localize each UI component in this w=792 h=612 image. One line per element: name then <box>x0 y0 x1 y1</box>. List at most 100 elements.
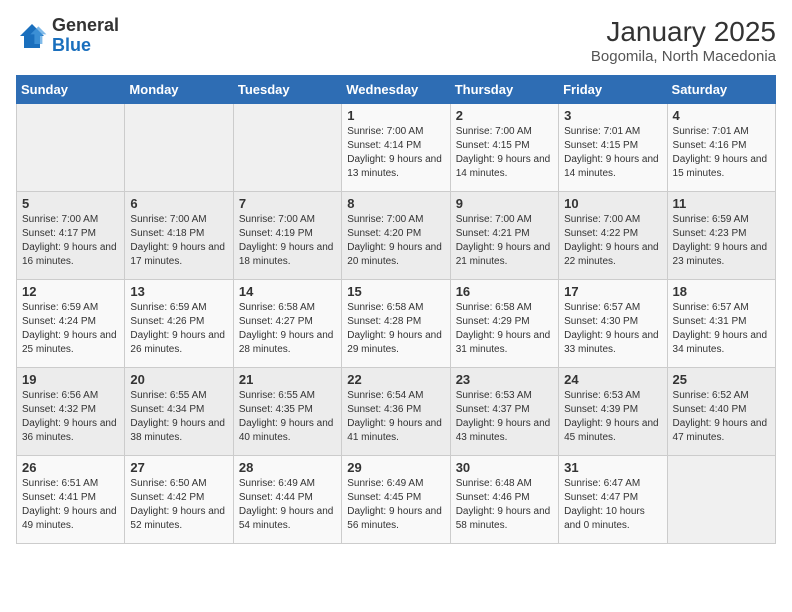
day-info: Sunrise: 7:01 AM Sunset: 4:16 PM Dayligh… <box>673 125 770 181</box>
day-info: Sunrise: 6:59 AM Sunset: 4:26 PM Dayligh… <box>130 301 227 357</box>
day-info: Sunrise: 7:00 AM Sunset: 4:21 PM Dayligh… <box>456 213 553 269</box>
day-info: Sunrise: 7:00 AM Sunset: 4:14 PM Dayligh… <box>347 125 444 181</box>
day-info: Sunrise: 6:55 AM Sunset: 4:34 PM Dayligh… <box>130 389 227 445</box>
day-number: 18 <box>673 284 770 299</box>
day-number: 25 <box>673 372 770 387</box>
calendar-cell: 24 Sunrise: 6:53 AM Sunset: 4:39 PM Dayli… <box>559 368 667 456</box>
weekday-header-friday: Friday <box>559 76 667 104</box>
logo-icon <box>16 20 48 52</box>
calendar-cell: 7Sunrise: 7:00 AM Sunset: 4:19 PM Daylig… <box>233 192 341 280</box>
day-info: Sunrise: 6:52 AM Sunset: 4:40 PM Dayligh… <box>673 389 770 445</box>
logo: General Blue <box>16 16 119 56</box>
calendar-cell: 26Sunrise: 6:51 AM Sunset: 4:41 PM Dayli… <box>17 456 125 544</box>
day-number: 14 <box>239 284 336 299</box>
calendar-cell: 6 Sunrise: 7:00 AM Sunset: 4:18 PM Daylig… <box>125 192 233 280</box>
day-info: Sunrise: 6:53 AM Sunset: 4:37 PM Dayligh… <box>456 389 553 445</box>
calendar-week-row: 1 Sunrise: 7:00 AM Sunset: 4:14 PM Daylig… <box>17 104 776 192</box>
day-info: Sunrise: 7:00 AM Sunset: 4:17 PM Dayligh… <box>22 213 119 269</box>
day-info: Sunrise: 6:54 AM Sunset: 4:36 PM Dayligh… <box>347 389 444 445</box>
day-number: 19 <box>22 372 119 387</box>
day-number: 23 <box>456 372 553 387</box>
day-info: Sunrise: 6:56 AM Sunset: 4:32 PM Dayligh… <box>22 389 119 445</box>
day-info: Sunrise: 7:00 AM Sunset: 4:19 PM Dayligh… <box>239 213 336 269</box>
day-number: 20 <box>130 372 227 387</box>
day-info: Sunrise: 6:55 AM Sunset: 4:35 PM Dayligh… <box>239 389 336 445</box>
calendar-cell <box>125 104 233 192</box>
calendar-cell: 31 Sunrise: 6:47 AM Sunset: 4:47 PM Dayli… <box>559 456 667 544</box>
day-number: 17 <box>564 284 661 299</box>
day-number: 28 <box>239 460 336 475</box>
logo-blue: Blue <box>52 36 119 56</box>
day-number: 11 <box>673 196 770 211</box>
day-info: Sunrise: 6:51 AM Sunset: 4:41 PM Dayligh… <box>22 477 119 533</box>
day-info: Sunrise: 7:00 AM Sunset: 4:18 PM Dayligh… <box>130 213 227 269</box>
day-number: 31 <box>564 460 661 475</box>
day-number: 9 <box>456 196 553 211</box>
calendar-cell <box>233 104 341 192</box>
calendar-cell: 3 Sunrise: 7:01 AM Sunset: 4:15 PM Daylig… <box>559 104 667 192</box>
day-info: Sunrise: 6:58 AM Sunset: 4:28 PM Dayligh… <box>347 301 444 357</box>
calendar-cell: 30 Sunrise: 6:48 AM Sunset: 4:46 PM Dayli… <box>450 456 558 544</box>
calendar-week-row: 5 Sunrise: 7:00 AM Sunset: 4:17 PM Daylig… <box>17 192 776 280</box>
day-number: 4 <box>673 108 770 123</box>
calendar-cell: 5 Sunrise: 7:00 AM Sunset: 4:17 PM Daylig… <box>17 192 125 280</box>
calendar-cell: 22 Sunrise: 6:54 AM Sunset: 4:36 PM Dayli… <box>342 368 450 456</box>
calendar-cell: 8Sunrise: 7:00 AM Sunset: 4:20 PM Daylig… <box>342 192 450 280</box>
calendar-week-row: 26Sunrise: 6:51 AM Sunset: 4:41 PM Dayli… <box>17 456 776 544</box>
day-number: 1 <box>347 108 444 123</box>
day-number: 5 <box>22 196 119 211</box>
calendar-cell: 12Sunrise: 6:59 AM Sunset: 4:24 PM Dayli… <box>17 280 125 368</box>
day-number: 16 <box>456 284 553 299</box>
day-number: 29 <box>347 460 444 475</box>
calendar-week-row: 19 Sunrise: 6:56 AM Sunset: 4:32 PM Dayli… <box>17 368 776 456</box>
calendar-header: SundayMondayTuesdayWednesdayThursdayFrid… <box>17 76 776 104</box>
day-info: Sunrise: 6:58 AM Sunset: 4:27 PM Dayligh… <box>239 301 336 357</box>
calendar-body: 1 Sunrise: 7:00 AM Sunset: 4:14 PM Daylig… <box>17 104 776 544</box>
calendar-cell: 20 Sunrise: 6:55 AM Sunset: 4:34 PM Dayli… <box>125 368 233 456</box>
day-info: Sunrise: 7:00 AM Sunset: 4:20 PM Dayligh… <box>347 213 444 269</box>
day-info: Sunrise: 6:53 AM Sunset: 4:39 PM Dayligh… <box>564 389 661 445</box>
day-info: Sunrise: 6:59 AM Sunset: 4:23 PM Dayligh… <box>673 213 770 269</box>
day-info: Sunrise: 6:48 AM Sunset: 4:46 PM Dayligh… <box>456 477 553 533</box>
day-info: Sunrise: 6:58 AM Sunset: 4:29 PM Dayligh… <box>456 301 553 357</box>
logo-text: General Blue <box>52 16 119 56</box>
weekday-header-monday: Monday <box>125 76 233 104</box>
weekday-header-row: SundayMondayTuesdayWednesdayThursdayFrid… <box>17 76 776 104</box>
calendar-week-row: 12Sunrise: 6:59 AM Sunset: 4:24 PM Dayli… <box>17 280 776 368</box>
day-number: 30 <box>456 460 553 475</box>
calendar-cell: 29 Sunrise: 6:49 AM Sunset: 4:45 PM Dayli… <box>342 456 450 544</box>
day-info: Sunrise: 6:47 AM Sunset: 4:47 PM Dayligh… <box>564 477 661 533</box>
calendar-table: SundayMondayTuesdayWednesdayThursdayFrid… <box>16 75 776 544</box>
calendar-cell: 23 Sunrise: 6:53 AM Sunset: 4:37 PM Dayli… <box>450 368 558 456</box>
day-info: Sunrise: 7:00 AM Sunset: 4:22 PM Dayligh… <box>564 213 661 269</box>
day-info: Sunrise: 6:49 AM Sunset: 4:45 PM Dayligh… <box>347 477 444 533</box>
weekday-header-tuesday: Tuesday <box>233 76 341 104</box>
calendar-cell: 1 Sunrise: 7:00 AM Sunset: 4:14 PM Daylig… <box>342 104 450 192</box>
calendar-cell: 19 Sunrise: 6:56 AM Sunset: 4:32 PM Dayli… <box>17 368 125 456</box>
day-number: 3 <box>564 108 661 123</box>
page-header: General Blue January 2025 Bogomila, Nort… <box>16 16 776 65</box>
calendar-cell <box>17 104 125 192</box>
calendar-cell <box>667 456 775 544</box>
day-number: 12 <box>22 284 119 299</box>
calendar-cell: 16 Sunrise: 6:58 AM Sunset: 4:29 PM Dayli… <box>450 280 558 368</box>
calendar-cell: 4 Sunrise: 7:01 AM Sunset: 4:16 PM Daylig… <box>667 104 775 192</box>
weekday-header-wednesday: Wednesday <box>342 76 450 104</box>
day-number: 22 <box>347 372 444 387</box>
day-number: 10 <box>564 196 661 211</box>
weekday-header-saturday: Saturday <box>667 76 775 104</box>
day-info: Sunrise: 7:00 AM Sunset: 4:15 PM Dayligh… <box>456 125 553 181</box>
logo-general: General <box>52 16 119 36</box>
day-number: 24 <box>564 372 661 387</box>
day-number: 13 <box>130 284 227 299</box>
calendar-cell: 9 Sunrise: 7:00 AM Sunset: 4:21 PM Daylig… <box>450 192 558 280</box>
calendar-cell: 11 Sunrise: 6:59 AM Sunset: 4:23 PM Dayli… <box>667 192 775 280</box>
calendar-cell: 21Sunrise: 6:55 AM Sunset: 4:35 PM Dayli… <box>233 368 341 456</box>
calendar-cell: 28Sunrise: 6:49 AM Sunset: 4:44 PM Dayli… <box>233 456 341 544</box>
day-number: 6 <box>130 196 227 211</box>
calendar-cell: 17Sunrise: 6:57 AM Sunset: 4:30 PM Dayli… <box>559 280 667 368</box>
calendar-cell: 18Sunrise: 6:57 AM Sunset: 4:31 PM Dayli… <box>667 280 775 368</box>
calendar-cell: 13 Sunrise: 6:59 AM Sunset: 4:26 PM Dayli… <box>125 280 233 368</box>
day-info: Sunrise: 7:01 AM Sunset: 4:15 PM Dayligh… <box>564 125 661 181</box>
calendar-title: January 2025 <box>591 16 776 48</box>
